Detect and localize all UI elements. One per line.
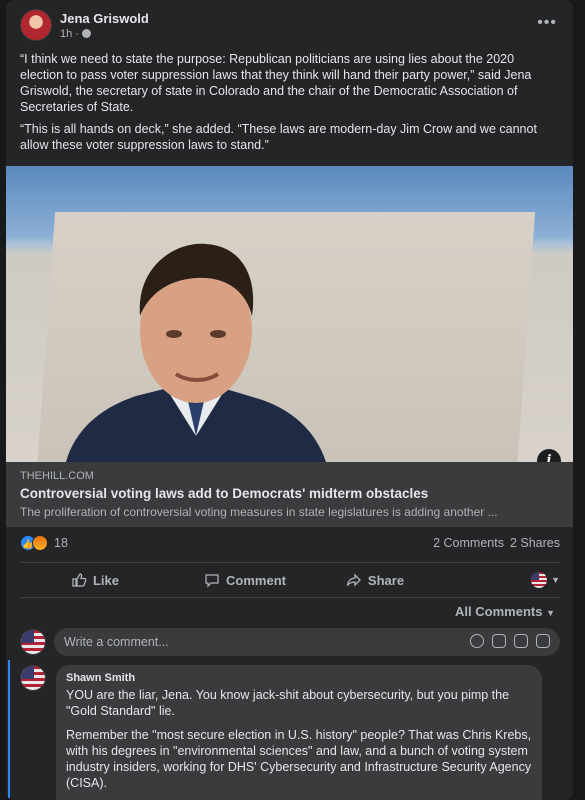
share-icon	[346, 573, 361, 587]
post-meta: 1h ·	[60, 28, 149, 40]
action-bar: Like Comment Share ▼	[20, 565, 560, 595]
post-header: Jena Griswold 1h ·	[20, 9, 149, 41]
author-block: Jena Griswold 1h ·	[60, 11, 149, 40]
comment-composer	[20, 628, 560, 656]
reaction-count: 18	[54, 536, 68, 550]
comments-filter-label: All Comments	[455, 604, 543, 619]
post-as-selector[interactable]: ▼	[531, 572, 560, 588]
like-label: Like	[92, 572, 119, 588]
link-title[interactable]: Controversial voting laws add to Democra…	[20, 486, 559, 501]
sticker-icon[interactable]	[536, 634, 550, 648]
post-card: Jena Griswold 1h · ••• “I think we need …	[6, 0, 573, 800]
post-text: “I think we need to state the purpose: R…	[20, 51, 560, 159]
comment-label: Comment	[226, 572, 286, 588]
composer-tools	[470, 634, 550, 648]
comment-paragraph-1: YOU are the liar, Jena. You know jack-sh…	[66, 688, 510, 718]
angry-reaction-icon	[32, 535, 48, 551]
comment-icon	[205, 574, 219, 588]
share-label: Share	[367, 572, 405, 588]
divider	[20, 597, 560, 598]
comment-item: Shawn Smith YOU are the liar, Jena. You …	[20, 665, 560, 800]
commenter-avatar[interactable]	[20, 665, 46, 691]
share-button[interactable]: Share	[320, 572, 430, 588]
flag-avatar-icon	[531, 572, 548, 588]
author-avatar[interactable]	[20, 9, 52, 41]
globe-icon	[81, 29, 91, 38]
link-domain: THEHILL.COM	[20, 470, 94, 482]
post-time[interactable]: 1h	[60, 28, 72, 40]
post-paragraph-2: “This is all hands on deck,” she added. …	[20, 122, 537, 152]
divider	[20, 562, 560, 563]
comment-bubble: Shawn Smith YOU are the liar, Jena. You …	[56, 665, 542, 800]
camera-icon[interactable]	[492, 634, 506, 648]
post-stats: 👍 18 2 Comments 2 Shares	[20, 535, 560, 551]
comment-button[interactable]: Comment	[170, 572, 320, 588]
comments-filter[interactable]: All Comments ▼	[455, 604, 555, 619]
link-description: The proliferation of controversial votin…	[20, 505, 498, 519]
author-name[interactable]: Jena Griswold	[60, 11, 149, 26]
person-photo	[66, 243, 326, 462]
thumbs-up-icon	[72, 573, 87, 587]
emoji-icon[interactable]	[470, 634, 484, 648]
chevron-down-icon: ▼	[551, 575, 560, 585]
like-button[interactable]: Like	[20, 572, 170, 588]
link-image[interactable]	[6, 166, 573, 462]
commenter-name[interactable]: Shawn Smith	[66, 672, 532, 684]
user-avatar[interactable]	[20, 629, 46, 655]
gif-icon[interactable]	[514, 634, 528, 648]
more-options-button[interactable]: •••	[537, 14, 557, 32]
link-preview[interactable]: THEHILL.COM Controversial voting laws ad…	[6, 462, 573, 527]
shares-count[interactable]: 2 Shares	[510, 536, 560, 550]
comments-count[interactable]: 2 Comments	[433, 536, 504, 550]
chevron-down-icon: ▼	[546, 608, 555, 618]
comment-text: YOU are the liar, Jena. You know jack-sh…	[66, 687, 532, 791]
engagement-counts: 2 Comments 2 Shares	[433, 536, 560, 550]
comment-paragraph-2: Remember the "most secure election in U.…	[66, 728, 532, 790]
post-paragraph-1: “I think we need to state the purpose: R…	[20, 52, 532, 114]
reactions-summary[interactable]: 👍 18	[20, 535, 68, 551]
thread-line	[8, 660, 10, 800]
